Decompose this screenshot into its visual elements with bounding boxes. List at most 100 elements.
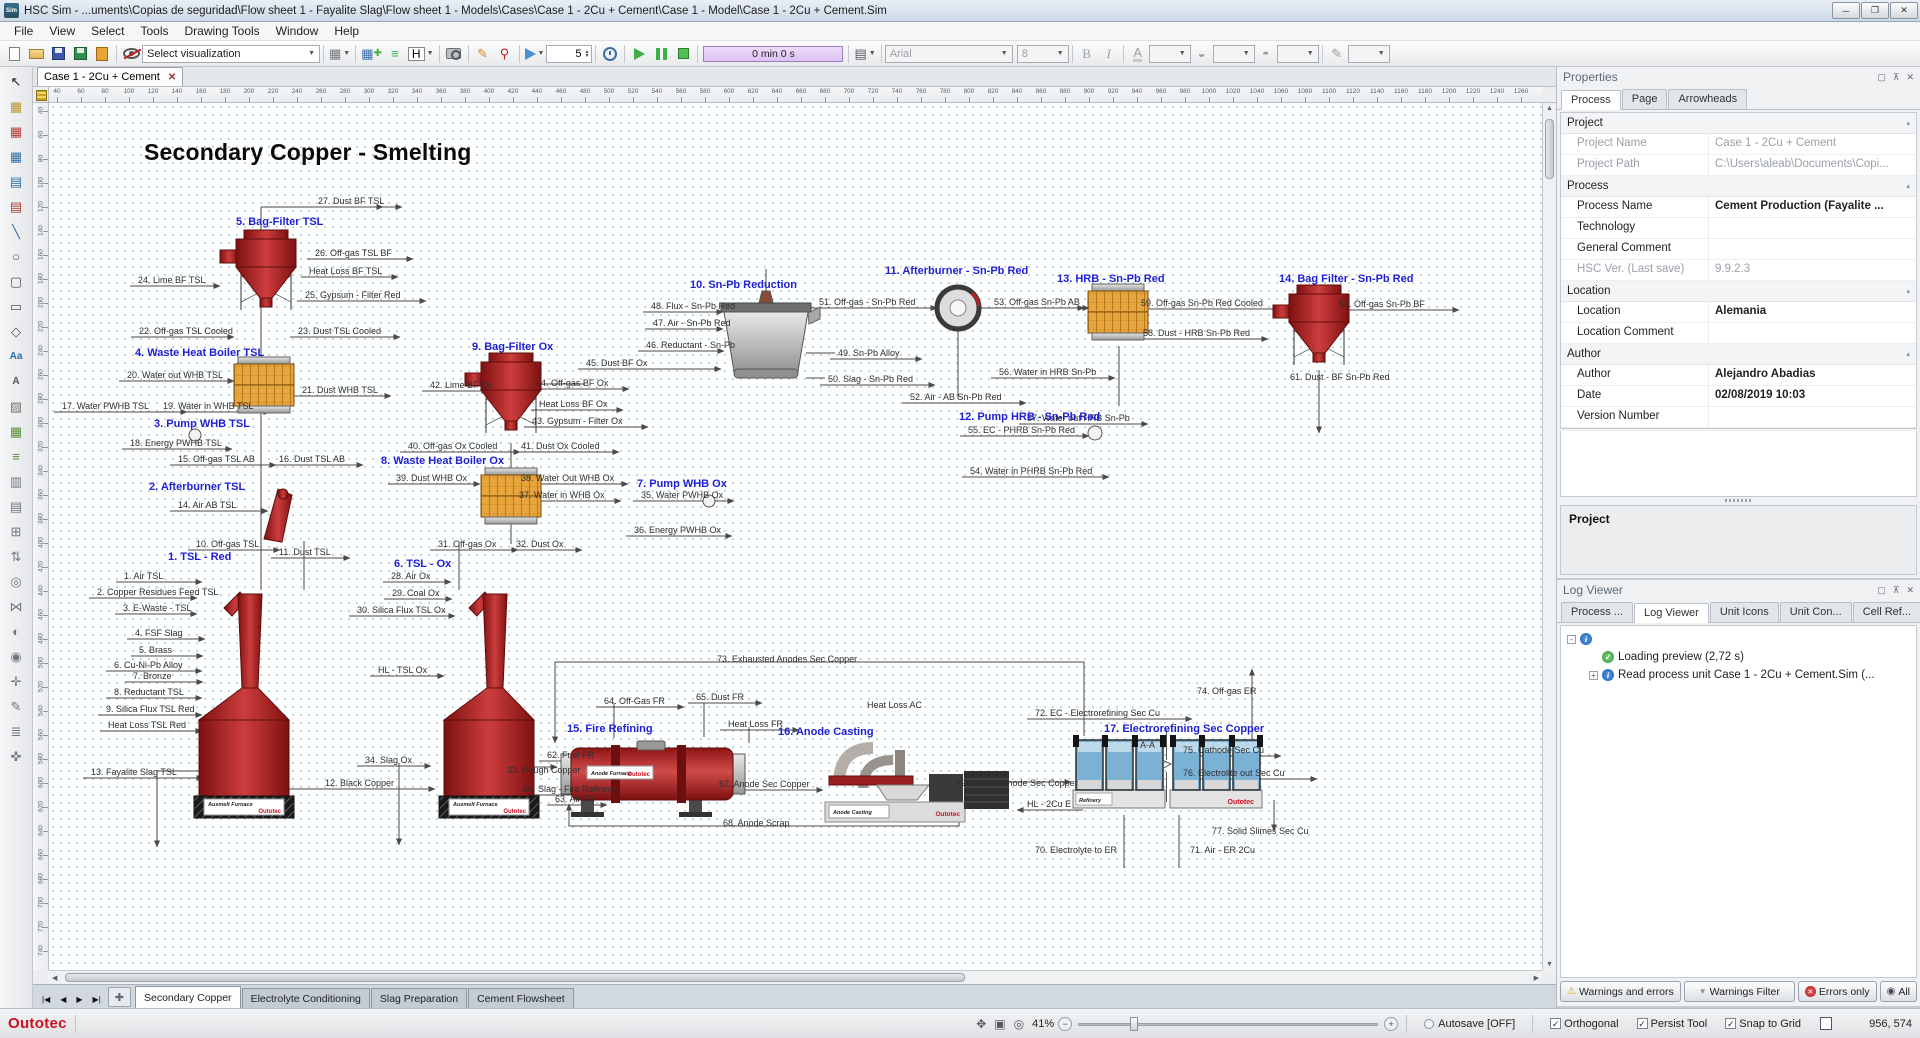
log-entry[interactable]: ✓Loading preview (2,72 s) [1563,648,1914,666]
tool-select-pointer[interactable]: ↖ [3,69,29,94]
visualization-toggle-button[interactable] [120,43,142,64]
font-size-select[interactable]: 8▼ [1017,45,1069,63]
stream-label[interactable]: 34. Slag Ox [365,755,412,765]
stream-label[interactable]: 14. Air AB TSL [178,500,236,510]
property-row[interactable]: Project NameCase 1 - 2Cu + Cement [1561,134,1916,155]
tool-pump-tool[interactable]: ◎ [3,569,29,594]
log-tab-cellref[interactable]: Cell Ref... [1853,602,1920,622]
stream-label[interactable]: 60. Off-gas Sn-Pb BF [1339,299,1425,309]
save-button[interactable] [47,43,69,64]
stream-label[interactable]: Heat Loss BF Ox [539,399,608,409]
unit-bag-filter-tsl[interactable] [220,230,296,310]
menu-view[interactable]: View [41,23,83,39]
stream-label[interactable]: Heat Loss FR [728,719,783,729]
properties-tab-process[interactable]: Process [1561,90,1621,110]
tool-columns-tool[interactable]: ▥ [3,469,29,494]
unit-label[interactable]: 11. Afterburner - Sn-Pb Red [885,266,1028,277]
stream-label[interactable]: 66. Slag - Fire Refining [523,784,615,794]
fit-screen-icon[interactable]: ▣ [994,1017,1005,1031]
stream-label[interactable]: 44. Off-gas BF Ox [536,378,608,388]
stream-label[interactable]: 29. Coal Ox [392,588,440,598]
tool-table-tool[interactable]: ▦ [3,419,29,444]
vertical-scrollbar[interactable]: ▲ ▼ [1542,103,1556,970]
property-row[interactable]: Location Comment [1561,323,1916,344]
property-value[interactable] [1709,323,1916,343]
stream-label[interactable]: 71. Air - ER 2Cu [1190,845,1255,855]
log-tab-logviewer[interactable]: Log Viewer [1634,603,1709,623]
tool-draw-ellipse[interactable]: ○ [3,244,29,269]
run-options-button[interactable]: ▼ [523,43,547,64]
delete-streams-button[interactable]: ⚲ [494,43,516,64]
stream-label[interactable]: 5. Brass [139,645,172,655]
tool-draw-polygon[interactable]: ◇ [3,319,29,344]
sheet-nav-0[interactable]: |◀ [37,990,55,1008]
stream-label[interactable]: 11. Dust TSL [279,547,331,557]
unit-label[interactable]: 10. Sn-Pb Reduction [690,280,797,291]
unit-label[interactable]: 1. TSL - Red [168,552,231,563]
tool-draw-rect[interactable]: ▭ [3,294,29,319]
scroll-right-icon[interactable]: ▶ [1534,971,1539,984]
stream-label[interactable]: 32. Dust Ox [516,539,564,549]
unit-label[interactable]: 3. Pump WHB TSL [154,419,250,430]
vertical-scroll-thumb[interactable] [1545,119,1554,179]
line-style-button[interactable]: ✎ [1326,43,1348,64]
tool-list-tool[interactable]: ≡ [3,444,29,469]
stream-label[interactable]: 42. Lime BF Ox [430,380,493,390]
unit-afterburner-tsl[interactable] [264,489,292,542]
unit-label[interactable]: 4. Waste Heat Boiler TSL [135,348,264,359]
scroll-down-icon[interactable]: ▼ [1543,961,1556,968]
maximize-button[interactable]: ❐ [1861,2,1889,19]
stream-label[interactable]: 68. Anode Scrap [723,818,790,828]
unit-hrb-snpb[interactable] [1088,284,1148,340]
stream-label[interactable]: 26. Off-gas TSL BF [315,248,392,258]
stream-label[interactable]: 27. Dust BF TSL [318,196,384,206]
schedule-button[interactable] [599,43,621,64]
bold-button[interactable]: B [1076,43,1098,64]
unit-bag-filter-ox[interactable] [465,353,541,433]
property-row[interactable]: Process NameCement Production (Fayalite … [1561,197,1916,218]
horizontal-scroll-thumb[interactable] [65,973,965,982]
toggle-persist-tool[interactable]: ✓Persist Tool [1637,1018,1708,1030]
sheet-tab-electrolyte-conditioning[interactable]: Electrolyte Conditioning [242,988,370,1008]
unit-label[interactable]: 16. Anode Casting [778,727,874,738]
toggle-orthogonal[interactable]: ✓Orthogonal [1550,1018,1618,1030]
property-group[interactable]: Author▴ [1561,344,1916,365]
stream-label[interactable]: Heat Loss TSL Red [108,720,186,730]
tool-insert-image[interactable]: ▨ [3,394,29,419]
expander-icon[interactable]: - [1567,635,1576,644]
stream-label[interactable]: 8. Reductant TSL [114,687,184,697]
stream-label[interactable]: 69. Casted Anode Sec Copper [956,778,1078,788]
page-bounds-icon[interactable] [1820,1017,1832,1030]
property-group[interactable]: Project▴ [1561,113,1916,134]
stream-label[interactable]: 19. Water in WHB TSL [163,401,254,411]
tool-variable-stamp[interactable]: ▤ [3,169,29,194]
open-button[interactable] [25,43,47,64]
unit-anode-casting[interactable]: Anode Casting Outotec [825,748,965,822]
line-style-select[interactable]: ▼ [1348,45,1390,63]
property-value[interactable]: 02/08/2019 10:03 [1709,386,1916,406]
stream-label[interactable]: 65. Dust FR [696,692,744,702]
property-row[interactable]: General Comment [1561,239,1916,260]
property-value[interactable]: Case 1 - 2Cu + Cement [1709,134,1916,154]
unit-label[interactable]: 2. Afterburner TSL [149,482,245,493]
stream-label[interactable]: Heat Loss BF TSL [309,266,382,276]
hierarchy-button[interactable]: H▼ [406,43,436,64]
stream-label[interactable]: 28. Air Ox [391,571,431,581]
stream-label[interactable]: 70. Electrolyte to ER [1035,845,1117,855]
stream-label[interactable]: 74. Off-gas ER [1197,686,1256,696]
stream-label[interactable]: 10. Off-gas TSL [196,539,259,549]
zoom-slider[interactable] [1078,1017,1378,1031]
stream-label[interactable]: 48. Flux - Sn-Pb Red [651,301,735,311]
spin-down-icon[interactable]: ▼ [585,54,590,58]
stream-label[interactable]: 35. Water PWHB Ox [641,490,723,500]
stream-label[interactable]: 15. Off-gas TSL AB [178,454,255,464]
close-panel-icon[interactable]: ✕ [1906,72,1914,83]
unit-snpb-reduction[interactable] [721,291,820,378]
property-group[interactable]: Process▴ [1561,176,1916,197]
stream-label[interactable]: 37. Water in WHB Ox [519,490,605,500]
zoom-100-icon[interactable]: ◎ [1014,1017,1024,1031]
unit-label[interactable]: 5. Bag-Filter TSL [236,217,323,228]
stream-label[interactable]: 75. Cathode Sec Cu [1183,745,1264,755]
fill-color-select[interactable]: ▼ [1213,45,1255,63]
tool-text-tool[interactable]: Aa [3,344,29,369]
